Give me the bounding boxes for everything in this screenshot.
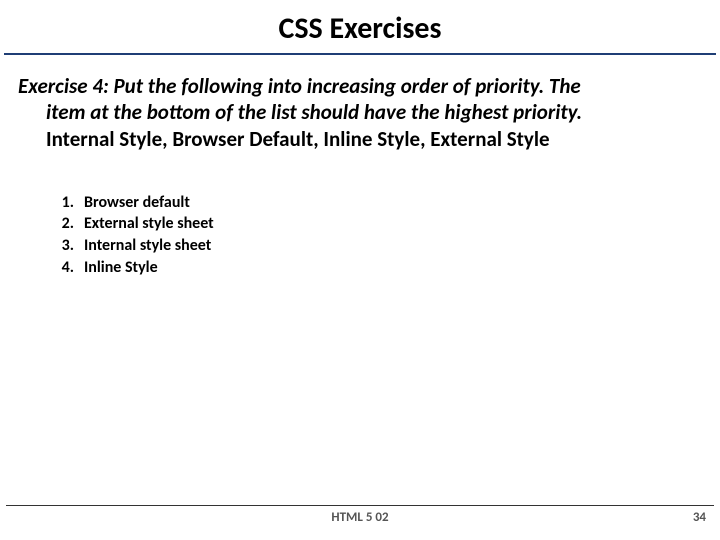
list-number: 4. [58, 257, 74, 279]
prompt-options: Internal Style, Browser Default, Inline … [18, 126, 702, 152]
footer-divider [6, 505, 714, 506]
list-number: 1. [58, 192, 74, 214]
list-text: Internal style sheet [84, 235, 211, 257]
list-item: 2. External style sheet [58, 213, 702, 235]
prompt-line-1: Exercise 4: Put the following into incre… [18, 73, 702, 99]
list-number: 2. [58, 213, 74, 235]
list-item: 3. Internal style sheet [58, 235, 702, 257]
footer-label: HTML 5 02 [0, 510, 720, 525]
content-area: Exercise 4: Put the following into incre… [0, 55, 720, 278]
page-number: 34 [693, 510, 706, 525]
prompt-line-2: item at the bottom of the list should ha… [18, 99, 702, 125]
footer: HTML 5 02 34 [0, 505, 720, 528]
list-text: Inline Style [84, 257, 158, 279]
page-title: CSS Exercises [0, 0, 720, 53]
list-number: 3. [58, 235, 74, 257]
list-text: External style sheet [84, 213, 214, 235]
exercise-prompt: Exercise 4: Put the following into incre… [18, 73, 702, 152]
answer-list: 1. Browser default 2. External style she… [18, 192, 702, 278]
list-item: 4. Inline Style [58, 257, 702, 279]
list-item: 1. Browser default [58, 192, 702, 214]
list-text: Browser default [84, 192, 190, 214]
